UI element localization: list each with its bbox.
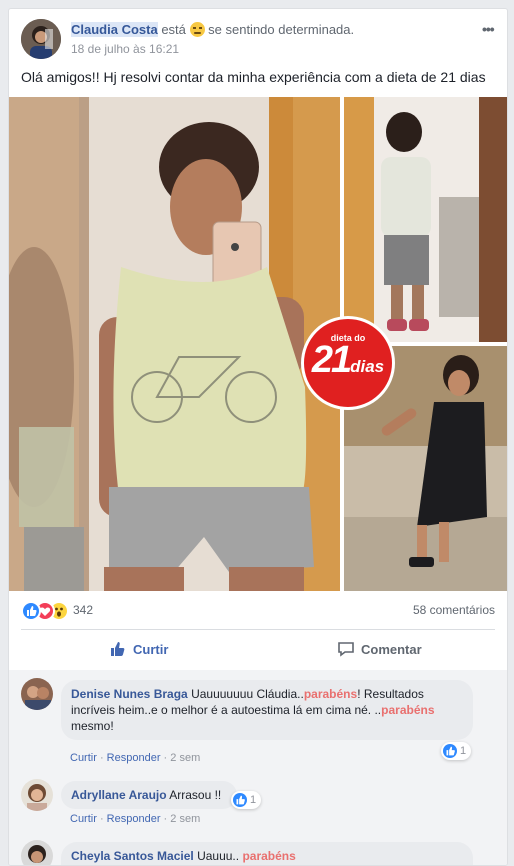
- post-text: Olá amigos!! Hj resolvi contar da minha …: [21, 69, 486, 85]
- comment-time[interactable]: 2 sem: [170, 752, 200, 764]
- commenter-avatar[interactable]: [21, 840, 53, 865]
- badge-number: 21dias: [311, 339, 385, 381]
- like-reaction-icon: [21, 601, 41, 621]
- comment-bubble: Cheyla Santos Maciel Uauuu.. parabéns: [61, 842, 473, 865]
- comment-bubble: Adryllane Araujo Arrasou !!: [61, 781, 237, 809]
- status-prefix: está: [161, 22, 186, 37]
- comment-reply-link[interactable]: Responder: [107, 813, 161, 825]
- commenter-avatar[interactable]: [21, 779, 53, 811]
- comment-reply-link[interactable]: Responder: [107, 752, 161, 764]
- thumbs-up-icon: [111, 642, 125, 656]
- comment-text: Uauuu..: [197, 849, 240, 863]
- comment-author[interactable]: Adryllane Araujo: [71, 788, 167, 802]
- post-timestamp[interactable]: 18 de julho às 16:21: [71, 42, 179, 56]
- post-card: Claudia Costa está se sentindo determina…: [8, 8, 508, 866]
- like-button[interactable]: Curtir: [109, 630, 168, 670]
- main-photo[interactable]: [9, 97, 508, 591]
- feeling-text[interactable]: se sentindo determinada.: [208, 22, 354, 37]
- comment-highlight[interactable]: parabéns: [242, 849, 295, 863]
- comment-text: Arrasou !!: [169, 788, 222, 802]
- comment-text: mesmo!: [71, 719, 114, 733]
- author-name[interactable]: Claudia Costa: [71, 22, 158, 37]
- dieta-21-dias-badge: dieta do 21dias: [301, 316, 395, 410]
- comment-author[interactable]: Denise Nunes Braga: [71, 687, 188, 701]
- comment-highlight[interactable]: parabéns: [304, 687, 357, 701]
- more-options-icon[interactable]: •••: [482, 21, 495, 37]
- like-reaction-icon: [443, 744, 457, 759]
- comment-actions: Curtir · Responder · 2 sem: [70, 752, 201, 764]
- comment-bubble: Denise Nunes Braga Uauuuuuuu Cláudia..pa…: [61, 680, 473, 740]
- comments-section: Denise Nunes Braga Uauuuuuuu Cláudia..pa…: [9, 670, 507, 865]
- comment-highlight[interactable]: parabéns: [381, 703, 434, 717]
- author-avatar-image: [21, 19, 61, 59]
- action-bar: Curtir Comentar: [21, 629, 495, 671]
- comment-like-link[interactable]: Curtir: [70, 752, 97, 764]
- commenter-avatar[interactable]: [21, 678, 53, 710]
- comment-count[interactable]: 58 comentários: [413, 603, 495, 617]
- comment-icon: [338, 642, 354, 657]
- comment-button[interactable]: Comentar: [337, 630, 422, 670]
- reaction-count[interactable]: 342: [73, 603, 93, 617]
- comment-like-link[interactable]: Curtir: [70, 813, 97, 825]
- comment-text: Uauuuuuuu Cláudia..: [191, 687, 304, 701]
- post-header-line: Claudia Costa está se sentindo determina…: [71, 22, 354, 37]
- comment-like-count[interactable]: 1: [441, 742, 472, 760]
- comment-like-count[interactable]: 1: [231, 791, 262, 809]
- comment-author[interactable]: Cheyla Santos Maciel: [71, 849, 194, 863]
- comment-actions: Curtir · Responder · 2 sem: [70, 813, 201, 825]
- photo-collage[interactable]: dieta do 21dias: [9, 97, 508, 591]
- feeling-emoji-icon: [189, 22, 205, 37]
- like-reaction-icon: [233, 793, 247, 808]
- author-avatar[interactable]: [21, 19, 61, 59]
- comment-time[interactable]: 2 sem: [170, 813, 200, 825]
